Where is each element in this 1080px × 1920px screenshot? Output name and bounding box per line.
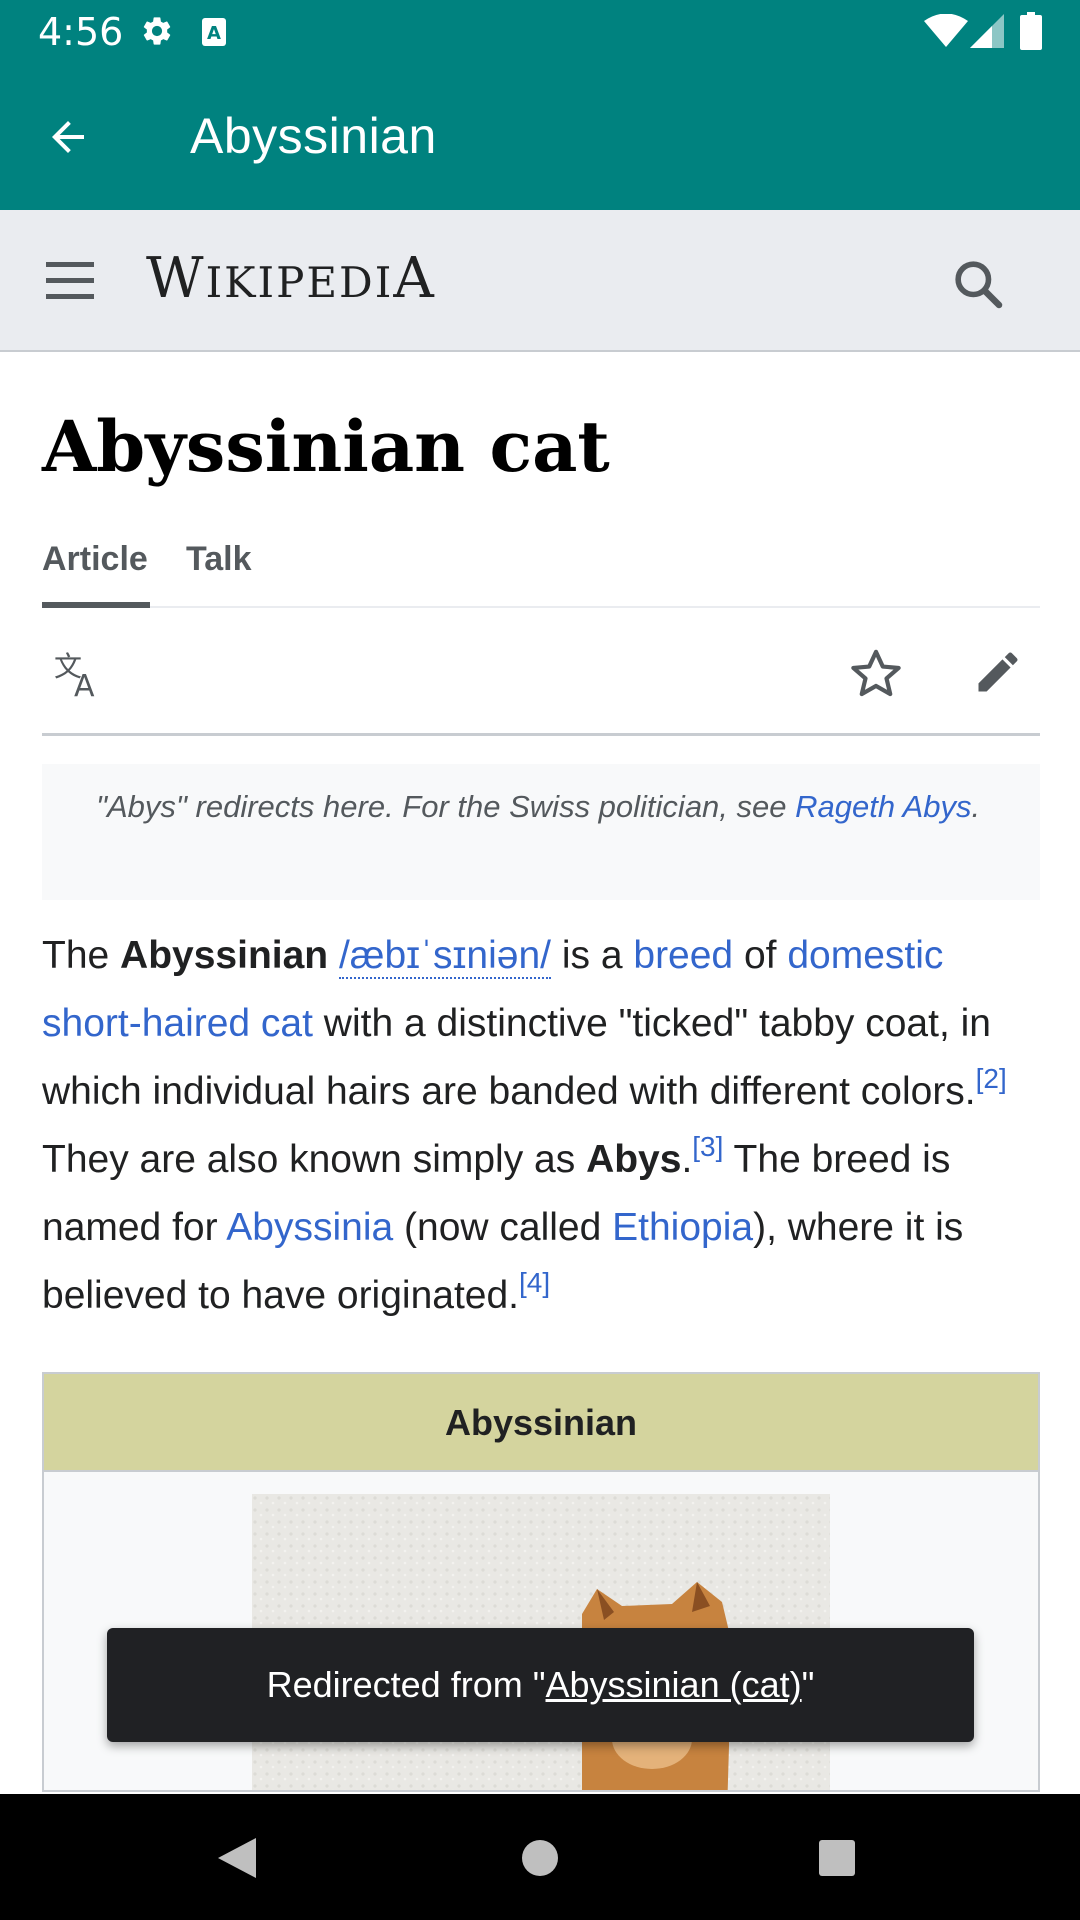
wordmark-last: A <box>393 246 436 311</box>
status-time: 4:56 <box>38 10 124 54</box>
lead-paragraph: The Abyssinian /æbɪˈsɪniən/ is a breed o… <box>42 922 1042 1330</box>
arrow-left-icon[interactable] <box>44 113 92 161</box>
hatnote: "Abys" redirects here. For the Swiss pol… <box>42 764 1040 900</box>
lead-text: They are also known simply as <box>42 1138 587 1181</box>
snackbar-suffix: " <box>801 1664 815 1705</box>
page-title: Abyssinian cat <box>42 405 610 488</box>
recents-square-icon[interactable] <box>817 1838 857 1878</box>
star-icon[interactable] <box>848 646 904 702</box>
svg-text:A: A <box>207 23 221 44</box>
lead-text: of <box>733 934 788 977</box>
svg-text:A: A <box>74 669 95 700</box>
hatnote-link[interactable]: Rageth Abys <box>795 789 971 824</box>
link-ethiopia[interactable]: Ethiopia <box>612 1206 753 1249</box>
lead-text: . <box>681 1138 693 1181</box>
page-actions: 文 A <box>42 610 1040 736</box>
keyboard-a-icon: A <box>202 18 226 46</box>
infobox-title: Abyssinian <box>44 1374 1038 1472</box>
battery-icon <box>1020 12 1042 50</box>
system-nav-bar <box>0 1794 1080 1920</box>
link-abyssinia[interactable]: Abyssinia <box>226 1206 393 1249</box>
wordmark-first: W <box>146 246 206 311</box>
back-triangle-icon[interactable] <box>214 1834 260 1882</box>
edit-pencil-icon[interactable] <box>972 646 1024 698</box>
snackbar-redirect-link[interactable]: Abyssinian (cat) <box>546 1664 802 1705</box>
hatnote-end: . <box>971 789 981 824</box>
lead-text: is a <box>551 934 634 977</box>
lead-bold-term: Abyssinian <box>120 934 329 977</box>
signal-icon <box>970 14 1004 48</box>
tab-selected-indicator <box>42 602 150 608</box>
app-bar-title: Abyssinian <box>190 108 437 164</box>
language-icon[interactable]: 文 A <box>52 648 108 700</box>
ipa-pronunciation-link[interactable]: /æbɪˈsɪniən/ <box>338 934 551 979</box>
redirect-snackbar: Redirected from "Abyssinian (cat)" <box>107 1628 974 1742</box>
reference-link[interactable]: [2] <box>976 1063 1007 1094</box>
hatnote-text: "Abys" redirects here. For the Swiss pol… <box>96 789 796 824</box>
lead-bold-term: Abys <box>586 1138 682 1181</box>
wifi-icon <box>924 14 968 47</box>
search-icon[interactable] <box>950 256 1006 312</box>
page-tabs: Article Talk <box>42 532 1040 608</box>
status-bar: 4:56 A <box>0 0 1080 63</box>
home-circle-icon[interactable] <box>520 1838 560 1878</box>
wikipedia-header: WIKIPEDIA <box>0 210 1080 352</box>
lead-text: (now called <box>393 1206 613 1249</box>
lead-text: The <box>42 934 121 977</box>
snackbar-prefix: Redirected from " <box>266 1664 546 1705</box>
reference-link[interactable]: [4] <box>519 1267 550 1298</box>
reference-link[interactable]: [3] <box>692 1131 723 1162</box>
gear-icon <box>143 17 171 45</box>
link-breed[interactable]: breed <box>633 934 733 977</box>
tab-talk[interactable]: Talk <box>186 540 252 579</box>
wordmark-mid: IKIPEDI <box>205 258 394 307</box>
hamburger-icon[interactable] <box>44 258 96 302</box>
app-bar: Abyssinian <box>0 63 1080 210</box>
wikipedia-wordmark[interactable]: WIKIPEDIA <box>146 246 436 311</box>
tab-article[interactable]: Article <box>42 540 148 579</box>
